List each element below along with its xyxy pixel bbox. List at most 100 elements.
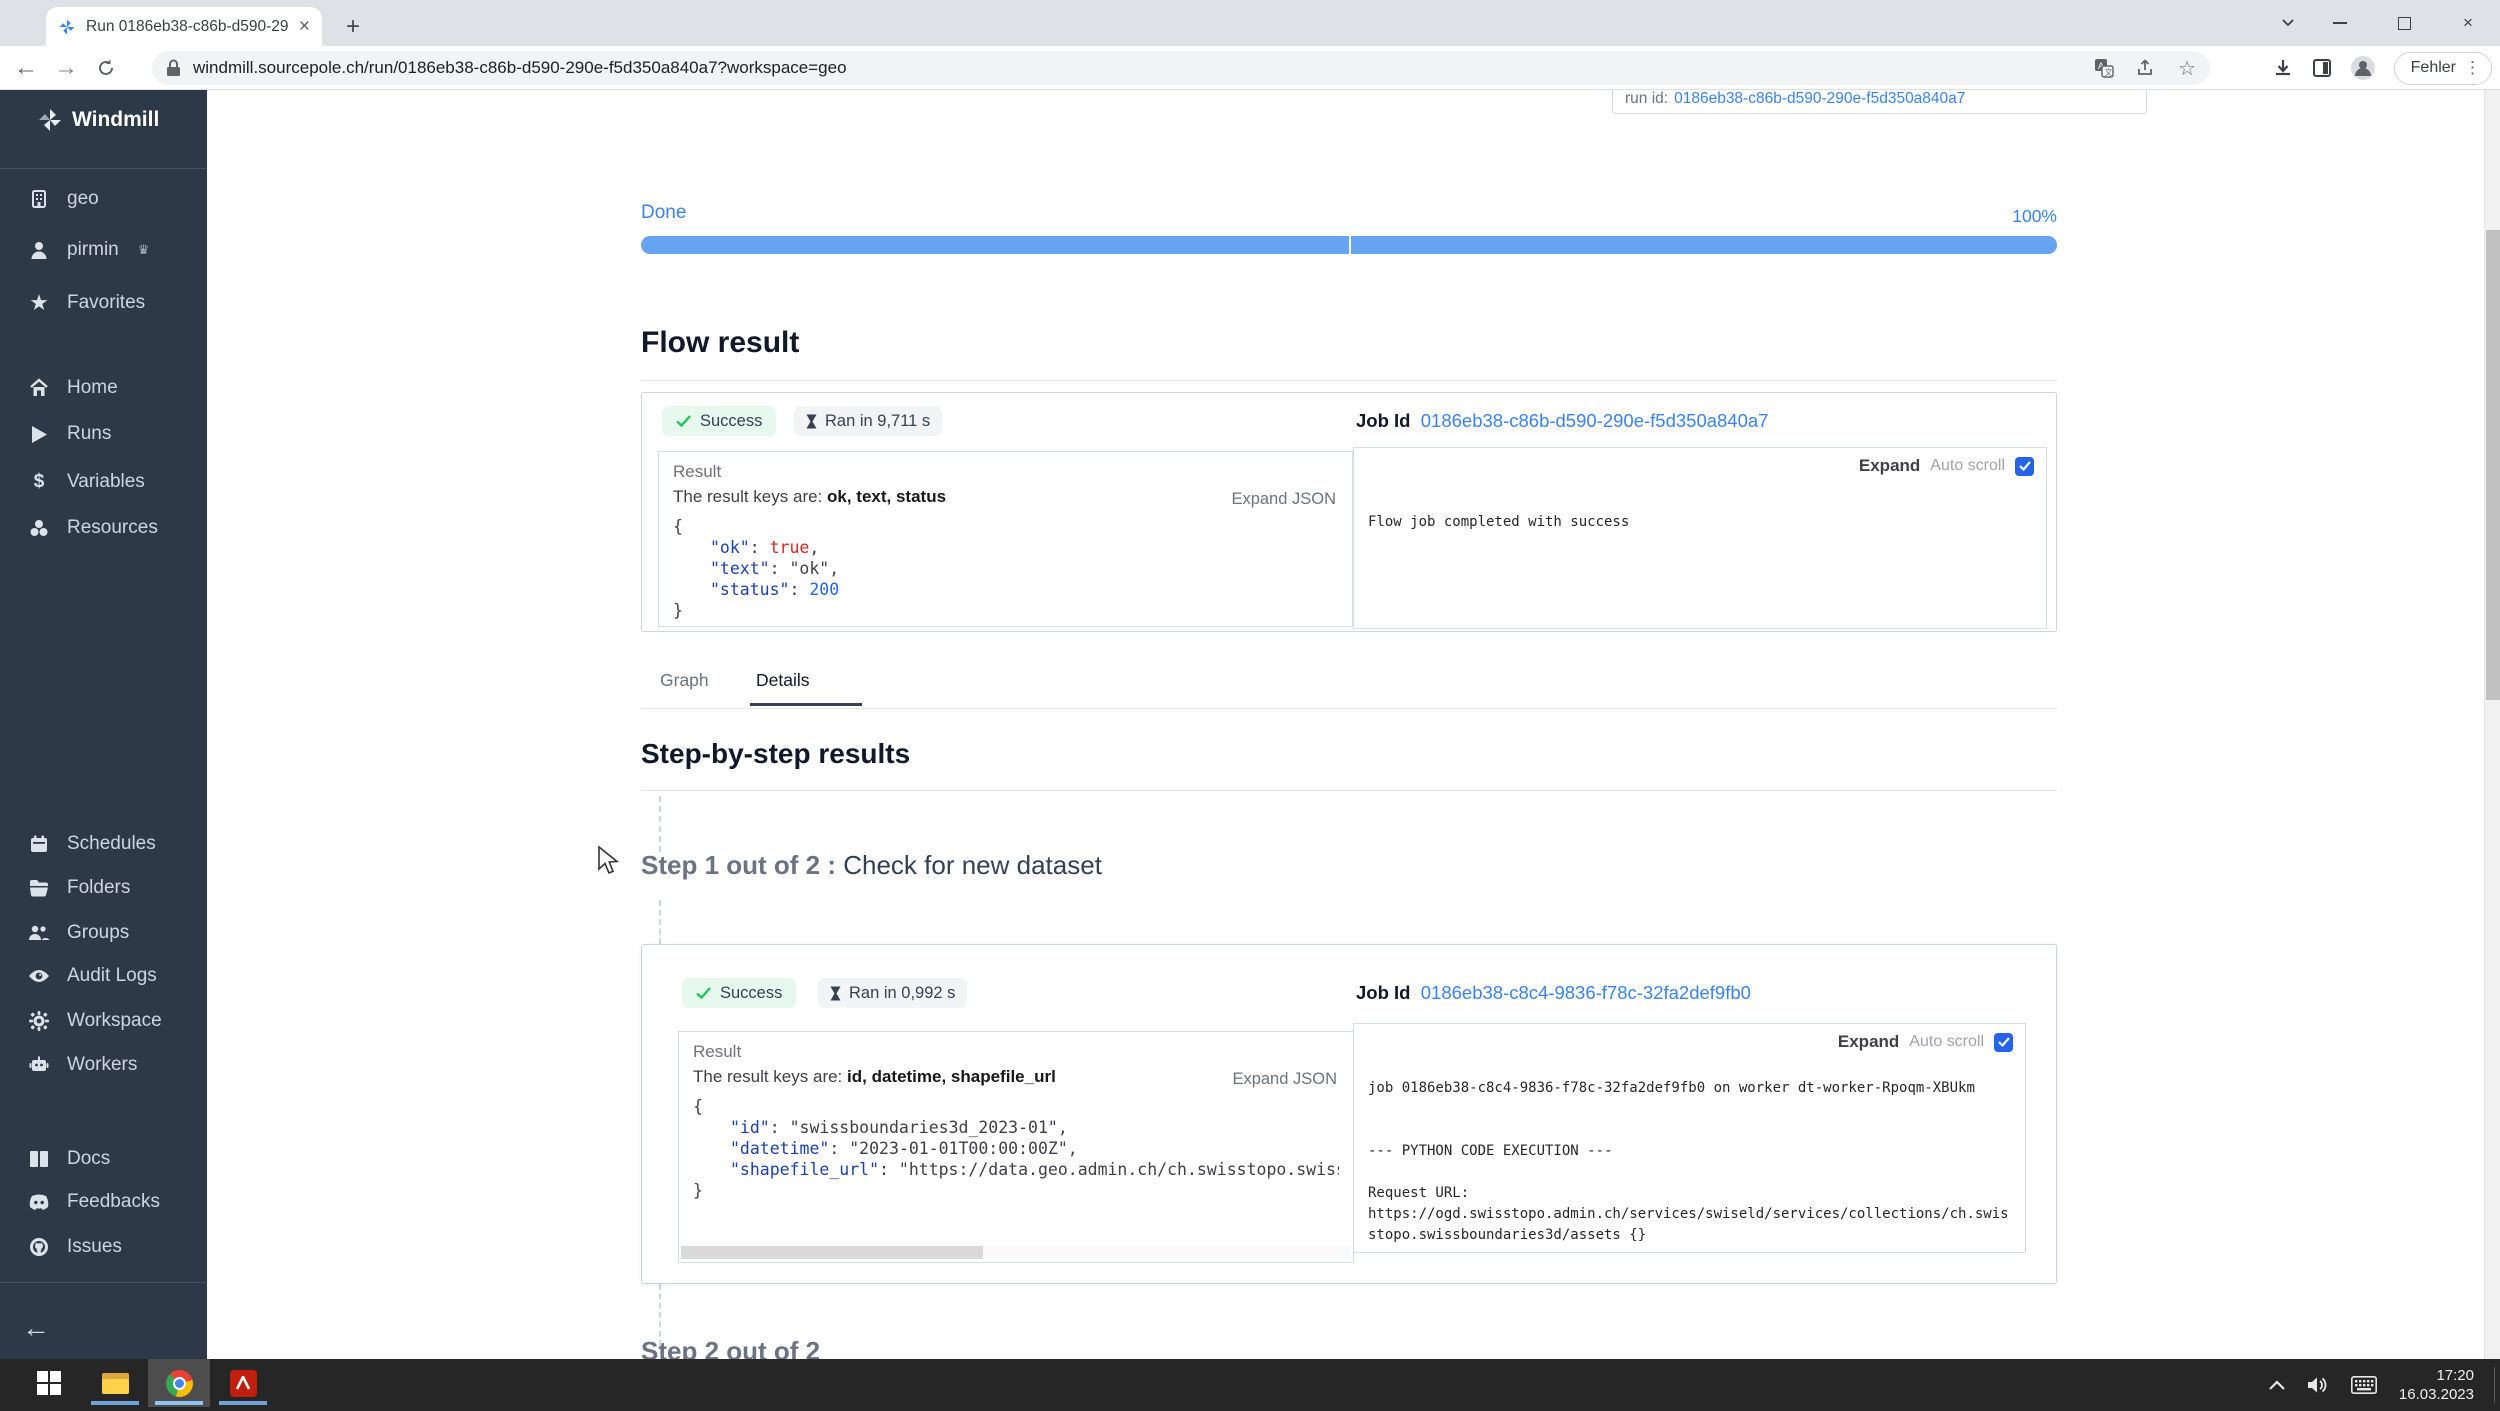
address-bar[interactable]: windmill.sourcepole.ch/run/0186eb38-c86b…	[152, 51, 2210, 85]
job-id-link[interactable]: 0186eb38-c86b-d590-290e-f5d350a840a7	[1421, 410, 1769, 431]
taskbar-clock[interactable]: 17:20 16.03.2023	[2399, 1366, 2474, 1404]
expand-log-button[interactable]: Expand	[1859, 456, 1920, 476]
profile-name-button[interactable]: Fehler ⋮	[2394, 52, 2492, 85]
main-content: run id: 0186eb38-c86b-d590-290e-f5d350a8…	[207, 90, 2500, 1359]
show-desktop-strip[interactable]	[2494, 1367, 2495, 1403]
lock-icon	[166, 59, 181, 77]
sidebar-item-schedules[interactable]: Schedules	[28, 827, 156, 861]
file-explorer-button[interactable]	[84, 1359, 146, 1407]
tab-search-icon[interactable]	[2268, 0, 2308, 46]
job-id-link[interactable]: 0186eb38-c8c4-9836-f78c-32fa2def9fb0	[1421, 982, 1751, 1003]
flow-connector-dashed-line	[659, 796, 661, 852]
step1-heading: Step 1 out of 2 : Check for new dataset	[641, 850, 1102, 881]
window-minimize-button[interactable]	[2308, 0, 2372, 46]
play-icon	[28, 423, 50, 445]
expand-json-button[interactable]: Expand JSON	[1232, 1070, 1337, 1089]
active-tab-underline	[750, 703, 862, 706]
dollar-icon: $	[28, 471, 50, 493]
share-icon[interactable]	[2136, 58, 2156, 78]
mouse-cursor	[597, 846, 623, 876]
auto-scroll-label: Auto scroll	[1909, 1033, 1984, 1051]
sidebar-item-folders[interactable]: Folders	[28, 871, 130, 905]
window-close-button[interactable]: ×	[2436, 0, 2500, 46]
github-icon	[28, 1236, 50, 1258]
crown-icon: ♛	[138, 242, 150, 258]
star-icon: ★	[28, 292, 50, 314]
menu-kebab-icon[interactable]: ⋮	[2464, 58, 2481, 78]
tab-details[interactable]: Details	[756, 670, 810, 691]
download-icon[interactable]	[2272, 57, 2294, 79]
sidebar-item-issues[interactable]: Issues	[28, 1230, 122, 1264]
translate-icon[interactable]: A文	[2094, 58, 2114, 78]
folder-icon	[28, 877, 50, 899]
discord-icon	[28, 1191, 50, 1213]
checkmark-icon	[2019, 461, 2031, 471]
reload-button[interactable]	[86, 48, 126, 88]
flow-log-text: Flow job completed with success	[1368, 512, 2040, 533]
run-id-box: run id: 0186eb38-c86b-d590-290e-f5d350a8…	[1612, 90, 2147, 114]
reading-list-icon[interactable]	[2312, 58, 2332, 78]
sidebar-item-feedbacks[interactable]: Feedbacks	[28, 1185, 160, 1219]
chrome-button[interactable]	[148, 1359, 210, 1407]
sidebar-item-workspace-geo[interactable]: geo	[28, 182, 99, 216]
run-id-link[interactable]: 0186eb38-c86b-d590-290e-f5d350a840a7	[1674, 90, 1965, 108]
sidebar-item-home[interactable]: Home	[28, 371, 118, 405]
profile-avatar[interactable]	[2350, 55, 2376, 81]
browser-tab[interactable]: Run 0186eb38-c86b-d590-290e- ×	[46, 7, 322, 46]
sidebar-item-audit-logs[interactable]: Audit Logs	[28, 959, 157, 993]
hourglass-icon	[806, 414, 817, 429]
new-tab-button[interactable]: +	[338, 12, 368, 42]
sidebar-item-favorites[interactable]: ★ Favorites	[28, 286, 145, 320]
sidebar-item-docs[interactable]: Docs	[28, 1142, 110, 1176]
sidebar-item-user[interactable]: pirmin ♛	[28, 233, 149, 267]
collapse-sidebar-button[interactable]: ←	[22, 1312, 50, 1344]
tab-graph[interactable]: Graph	[660, 670, 709, 691]
run-id-label: run id:	[1625, 90, 1668, 108]
page-scrollbar[interactable]	[2484, 90, 2500, 1359]
log-panel: Expand Auto scroll Flow job completed wi…	[1353, 447, 2047, 629]
start-button[interactable]	[18, 1359, 80, 1407]
sidebar-item-variables[interactable]: $ Variables	[28, 465, 145, 499]
keyboard-icon[interactable]	[2351, 1376, 2377, 1394]
forward-button[interactable]: →	[46, 48, 86, 88]
url-text: windmill.sourcepole.ch/run/0186eb38-c86b…	[193, 58, 2082, 78]
sidebar-item-workers[interactable]: Workers	[28, 1048, 137, 1082]
windmill-logo[interactable]: Windmill	[38, 108, 159, 132]
duration-badge: Ran in 0,992 s	[818, 978, 967, 1008]
result-panel: Result The result keys are: id, datetime…	[678, 1031, 1354, 1263]
step2-heading: Step 2 out of 2	[641, 1336, 820, 1359]
progress-step-divider	[1349, 236, 1351, 254]
robot-icon	[28, 1054, 50, 1076]
volume-icon[interactable]	[2307, 1376, 2329, 1394]
user-icon	[28, 239, 50, 261]
gear-icon	[28, 1010, 50, 1032]
acrobat-button[interactable]	[212, 1359, 274, 1407]
job-id-line: Job Id 0186eb38-c8c4-9836-f78c-32fa2def9…	[1356, 982, 1751, 1004]
log-panel: Expand Auto scroll job 0186eb38-c8c4-983…	[1353, 1023, 2026, 1253]
auto-scroll-checkbox[interactable]	[1994, 1033, 2013, 1052]
bookmark-star-icon[interactable]: ☆	[2178, 56, 2196, 81]
horizontal-scrollbar[interactable]	[681, 1246, 1351, 1259]
sidebar-item-workspace-settings[interactable]: Workspace	[28, 1004, 162, 1038]
acrobat-icon	[230, 1370, 257, 1397]
sidebar-item-runs[interactable]: Runs	[28, 417, 111, 451]
window-maximize-button[interactable]	[2372, 0, 2436, 46]
svg-text:文: 文	[2105, 67, 2113, 77]
result-panel: Result The result keys are: ok, text, st…	[658, 451, 1353, 627]
sidebar: Windmill geo pirmin ♛ ★ Favorites Home	[0, 90, 207, 1359]
expand-log-button[interactable]: Expand	[1838, 1032, 1899, 1052]
calendar-icon	[28, 833, 50, 855]
scrollbar-thumb[interactable]	[681, 1246, 983, 1259]
step1-log-text: job 0186eb38-c8c4-9836-f78c-32fa2def9fb0…	[1368, 1078, 2019, 1246]
sidebar-item-groups[interactable]: Groups	[28, 916, 129, 950]
auto-scroll-checkbox[interactable]	[2015, 457, 2034, 476]
hidden-icons-chevron[interactable]	[2269, 1380, 2285, 1390]
scrollbar-thumb[interactable]	[2486, 230, 2500, 700]
expand-json-button[interactable]: Expand JSON	[1231, 490, 1336, 509]
sidebar-item-resources[interactable]: Resources	[28, 511, 158, 545]
tab-close-icon[interactable]: ×	[299, 16, 310, 38]
job-id-line: Job Id 0186eb38-c86b-d590-290e-f5d350a84…	[1356, 410, 1768, 432]
back-button[interactable]: ←	[6, 48, 46, 88]
users-group-icon	[28, 922, 50, 944]
status-badge-success: Success	[662, 406, 776, 436]
